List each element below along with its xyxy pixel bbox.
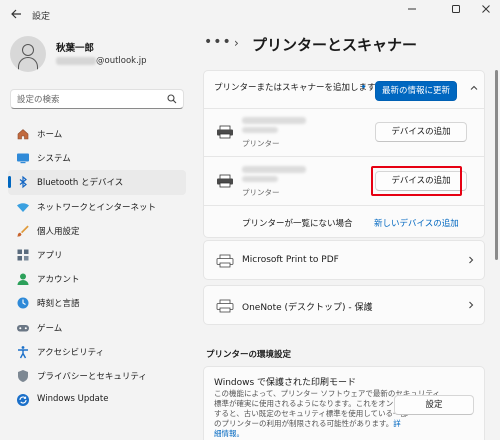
accessibility-icon xyxy=(16,345,30,359)
settings-button[interactable]: 設定 xyxy=(394,395,474,415)
sidebar-item-gaming[interactable]: ゲーム xyxy=(8,316,186,340)
details-link[interactable]: 詳 xyxy=(393,419,401,428)
add-device-manually-link[interactable]: 新しいデバイスの追加 xyxy=(374,217,459,229)
sidebar-item-home[interactable]: ホーム xyxy=(8,122,186,146)
sidebar-item-network[interactable]: ネットワークとインターネット xyxy=(8,195,186,219)
gaming-icon xyxy=(16,321,30,335)
device-type-label: プリンター xyxy=(242,188,280,197)
shield-icon xyxy=(16,369,30,383)
chevron-right-icon: › xyxy=(234,36,239,50)
printer-name: Microsoft Print to PDF xyxy=(242,255,339,265)
sidebar-item-system[interactable]: システム xyxy=(8,146,186,170)
protected-mode-title: Windows で保護された印刷モード xyxy=(214,378,357,388)
title-bar: 設定 xyxy=(0,0,500,30)
divider xyxy=(204,156,484,157)
highlight-box xyxy=(371,166,462,196)
add-device-label: プリンターまたはスキャナーを追加します xyxy=(214,83,376,93)
sidebar-nav: ホーム システム Bluetooth とデバイス ネットワークとインターネット … xyxy=(8,122,186,412)
sidebar-item-accounts[interactable]: アカウント xyxy=(8,267,186,291)
refresh-button[interactable]: 最新の情報に更新 xyxy=(375,81,457,101)
add-device-card: プリンターまたはスキャナーを追加します 最新の情報に更新 プリンター デバイスの… xyxy=(203,70,485,238)
update-icon xyxy=(16,393,30,407)
sidebar-item-personalization[interactable]: 個人用設定 xyxy=(8,219,186,243)
printer-icon xyxy=(216,125,234,139)
sidebar-item-accessibility[interactable]: アクセシビリティ xyxy=(8,340,186,364)
breadcrumb-more-button[interactable]: ••• xyxy=(204,34,232,50)
sidebar-item-apps[interactable]: アプリ xyxy=(8,243,186,267)
sidebar-item-bluetooth[interactable]: Bluetooth とデバイス xyxy=(8,170,186,195)
redacted-device-name xyxy=(242,166,306,173)
divider xyxy=(204,205,484,206)
system-icon xyxy=(16,151,30,165)
chevron-up-icon[interactable] xyxy=(469,83,479,96)
close-icon[interactable] xyxy=(476,4,496,20)
sidebar-item-time-language[interactable]: 時刻と言語 xyxy=(8,291,186,315)
redacted-device-name xyxy=(242,117,306,124)
chevron-right-icon xyxy=(466,255,476,268)
protected-print-mode-card: Windows で保護された印刷モード この機能によって、プリンター ソフトウェ… xyxy=(203,366,485,440)
back-arrow-icon[interactable] xyxy=(10,8,24,22)
details-link[interactable]: 細情報。 xyxy=(214,428,244,439)
printer-icon xyxy=(216,254,234,268)
scrollbar[interactable] xyxy=(495,70,498,260)
section-heading: プリンターの環境設定 xyxy=(206,350,292,360)
page-title: プリンターとスキャナー xyxy=(252,36,418,54)
sidebar-item-windows-update[interactable]: Windows Update xyxy=(8,388,186,412)
network-icon xyxy=(16,200,30,214)
printer-not-listed-label: プリンターが一覧にない場合 xyxy=(242,219,353,229)
bluetooth-icon xyxy=(16,175,30,189)
printer-icon xyxy=(216,174,234,188)
app-title: 設定 xyxy=(32,12,51,22)
time-language-icon xyxy=(16,296,30,310)
sidebar-item-privacy[interactable]: プライバシーとセキュリティ xyxy=(8,364,186,388)
home-icon xyxy=(16,127,30,141)
search-icon[interactable] xyxy=(167,94,177,104)
printer-item[interactable]: Microsoft Print to PDF xyxy=(203,240,485,280)
loading-dot-icon xyxy=(362,85,365,88)
redacted-email-prefix xyxy=(56,56,96,65)
account-icon xyxy=(16,272,30,286)
search-input[interactable] xyxy=(17,93,162,106)
minimize-icon[interactable] xyxy=(402,4,422,20)
brush-icon xyxy=(16,224,30,238)
settings-search-box[interactable] xyxy=(10,89,184,109)
user-email: @outlook.jp xyxy=(56,56,147,66)
chevron-right-icon xyxy=(466,300,476,313)
device-type-label: プリンター xyxy=(242,139,280,148)
apps-icon xyxy=(16,248,30,262)
avatar xyxy=(10,36,46,72)
redacted-device-name xyxy=(242,127,278,133)
printer-item[interactable]: OneNote (デスクトップ) - 保護 xyxy=(203,285,485,325)
user-profile[interactable]: 秋葉一郎 @outlook.jp xyxy=(10,36,190,74)
divider xyxy=(204,108,484,109)
redacted-device-name xyxy=(242,176,278,182)
user-name: 秋葉一郎 xyxy=(56,43,95,54)
printer-name: OneNote (デスクトップ) - 保護 xyxy=(242,303,373,313)
add-device-button[interactable]: デバイスの追加 xyxy=(375,122,467,142)
printer-icon xyxy=(216,299,234,313)
maximize-icon[interactable] xyxy=(446,4,466,20)
